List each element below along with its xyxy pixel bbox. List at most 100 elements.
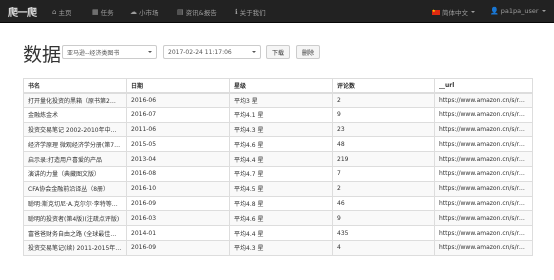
- cell-url[interactable]: https://www.amazon.cn/s/ref=sr…: [434, 151, 533, 167]
- cell-date: 2016-07: [126, 106, 230, 123]
- table-row: 投资交易笔记 2002-2010年中国… 2011-06 平均4.3 星 23 http…: [23, 121, 533, 138]
- info-icon: ℹ: [235, 7, 238, 16]
- column-header: 日期: [126, 78, 230, 94]
- table-row: 聪明:斯克切尼·A.克尔尔·李特等等… 2016-09 平均4.8 星 46 https…: [23, 195, 533, 212]
- cell-reviews: 435: [332, 225, 435, 241]
- cell-rating: 平均4.7 星: [229, 165, 333, 182]
- source-select[interactable]: 亚马逊--经济类图书: [62, 45, 157, 59]
- cell-url[interactable]: https://www.amazon.cn/s/ref=sr…: [434, 239, 533, 256]
- chevron-down-icon: [148, 51, 152, 53]
- user-name: pa1pa_user: [500, 7, 539, 15]
- nav-item-about[interactable]: ℹ 关于我们: [235, 7, 266, 17]
- cell-url[interactable]: https://www.amazon.cn/s/ref=sr…: [434, 210, 533, 227]
- cell-date: 2016-09: [126, 239, 230, 256]
- cell-rating: 平均3 星: [229, 92, 333, 108]
- table-row: 投资交易笔记(续) 2011-2015年… 2016-09 平均4.3 星 4 http…: [23, 239, 533, 256]
- cell-reviews: 9: [332, 106, 435, 123]
- cell-rating: 平均4.4 星: [229, 225, 333, 241]
- cell-rating: 平均4.6 星: [229, 210, 333, 227]
- cell-reviews: 9: [332, 210, 435, 227]
- column-header: __url: [434, 78, 533, 94]
- cell-url[interactable]: https://www.amazon.cn/s/ref=sr…: [434, 180, 533, 197]
- time-select-value: 2017-02-24 11:17:06: [168, 48, 232, 56]
- cell-title: 聪明的投资者(第4版)(注疏点评版): [23, 210, 127, 227]
- user-dropdown[interactable]: 👤 pa1pa_user: [490, 7, 546, 15]
- nav-item-market[interactable]: ☁ 小市场: [130, 7, 159, 17]
- cell-date: 2014-01: [126, 225, 230, 241]
- market-icon: ☁: [130, 7, 137, 16]
- cell-rating: 平均4.3 星: [229, 239, 333, 256]
- cell-title: 投资交易笔记 2002-2010年中国…: [23, 121, 127, 138]
- table-row: 经济学原理 微观经济学分册(第7… 2015-05 平均4.6 星 48 https:/…: [23, 136, 533, 153]
- language-label: 简体中文: [442, 9, 468, 17]
- cell-title: 金融炼金术: [23, 106, 127, 123]
- nav-item-label: 小市场: [139, 9, 159, 17]
- data-table: 书名 日期 星级 评论数 __url 打开量化投资的黑箱（原书第2… 2016-0…: [23, 78, 533, 256]
- cell-rating: 平均4.8 星: [229, 195, 333, 212]
- nav-item-label: 主页: [58, 9, 72, 17]
- cell-url[interactable]: https://www.amazon.cn/s/ref=sr…: [434, 195, 533, 212]
- column-header: 评论数: [332, 78, 435, 94]
- cell-date: 2016-08: [126, 165, 230, 182]
- cell-title: 聪明:斯克切尼·A.克尔尔·李特等等…: [23, 195, 127, 212]
- table-row: 聪明的投资者(第4版)(注疏点评版) 2016-03 平均4.6 星 9 https:/…: [23, 210, 533, 227]
- time-select[interactable]: 2017-02-24 11:17:06: [163, 45, 261, 59]
- nav-item-label: 任务: [100, 9, 114, 17]
- table-row: 启示录:打造用户喜爱的产品 2013-04 平均4.4 星 219 https://ww…: [23, 151, 533, 167]
- cell-rating: 平均4.6 星: [229, 136, 333, 153]
- cell-reviews: 2: [332, 180, 435, 197]
- cell-title: 投资交易笔记(续) 2011-2015年…: [23, 239, 127, 256]
- column-header: 书名: [23, 78, 127, 94]
- nav-item-label: 关于我们: [239, 9, 266, 17]
- cell-reviews: 46: [332, 195, 435, 212]
- chevron-down-icon: [471, 11, 475, 13]
- tasks-icon: ▦: [92, 7, 99, 16]
- news-icon: ▤: [177, 7, 184, 16]
- table-row: 金融炼金术 2016-07 平均4.1 星 9 https://www.amazon.c…: [23, 106, 533, 123]
- language-dropdown[interactable]: 简体中文: [432, 7, 475, 17]
- cell-url[interactable]: https://www.amazon.cn/s/ref=sr…: [434, 121, 533, 138]
- nav-item-tasks[interactable]: ▦ 任务: [92, 7, 114, 17]
- table-row: 演讲的力量（典藏图文版） 2016-08 平均4.7 星 7 https://www.a…: [23, 165, 533, 182]
- table-row: 富爸爸财务自由之路 (全球最佳… 2014-01 平均4.4 星 435 https:/…: [23, 225, 533, 241]
- cell-date: 2015-05: [126, 136, 230, 153]
- table-row: 打开量化投资的黑箱（原书第2… 2016-06 平均3 星 2 https://www.…: [23, 92, 533, 108]
- source-select-value: 亚马逊--经济类图书: [67, 49, 120, 57]
- cell-title: 经济学原理 微观经济学分册(第7…: [23, 136, 127, 153]
- cell-url[interactable]: https://www.amazon.cn/s/ref=sr…: [434, 136, 533, 153]
- cell-url[interactable]: https://www.amazon.cn/s/ref=sr…: [434, 92, 533, 108]
- cell-url[interactable]: https://www.amazon.cn/s/ref=sr…: [434, 225, 533, 241]
- cell-date: 2013-04: [126, 151, 230, 167]
- delete-button[interactable]: 删除: [296, 45, 320, 59]
- cell-title: 演讲的力量（典藏图文版）: [23, 165, 127, 182]
- cell-title: 启示录:打造用户喜爱的产品: [23, 151, 127, 167]
- cell-reviews: 23: [332, 121, 435, 138]
- chevron-down-icon: [252, 51, 256, 53]
- cell-title: 打开量化投资的黑箱（原书第2…: [23, 92, 127, 108]
- nav-item-label: 资讯&报告: [185, 9, 217, 17]
- cell-reviews: 219: [332, 151, 435, 167]
- cell-url[interactable]: https://www.amazon.cn/s/ref=sr…: [434, 106, 533, 123]
- cell-reviews: 48: [332, 136, 435, 153]
- cell-date: 2011-06: [126, 121, 230, 138]
- cell-rating: 平均4.5 星: [229, 180, 333, 197]
- cell-date: 2016-03: [126, 210, 230, 227]
- nav-item-home[interactable]: ⌂ 主页: [52, 7, 71, 17]
- download-button[interactable]: 下载: [266, 45, 290, 59]
- nav-item-news[interactable]: ▤ 资讯&报告: [177, 7, 217, 17]
- cell-reviews: 7: [332, 165, 435, 182]
- cell-rating: 平均4.4 星: [229, 151, 333, 167]
- home-icon: ⌂: [52, 7, 57, 16]
- cell-url[interactable]: https://www.amazon.cn/s/ref=sr…: [434, 165, 533, 182]
- chevron-down-icon: [541, 10, 546, 12]
- cell-title: 富爸爸财务自由之路 (全球最佳…: [23, 225, 127, 241]
- cell-rating: 平均4.1 星: [229, 106, 333, 123]
- column-header: 星级: [229, 78, 333, 94]
- table-header-row: 书名 日期 星级 评论数 __url: [23, 78, 533, 94]
- cell-reviews: 2: [332, 92, 435, 108]
- cell-rating: 平均4.3 星: [229, 121, 333, 138]
- page-title: 数据: [23, 44, 62, 66]
- brand-logo[interactable]: 爬一爬: [8, 4, 37, 19]
- cell-title: CFA协会金融前沿译丛（8册）: [23, 180, 127, 197]
- cell-reviews: 4: [332, 239, 435, 256]
